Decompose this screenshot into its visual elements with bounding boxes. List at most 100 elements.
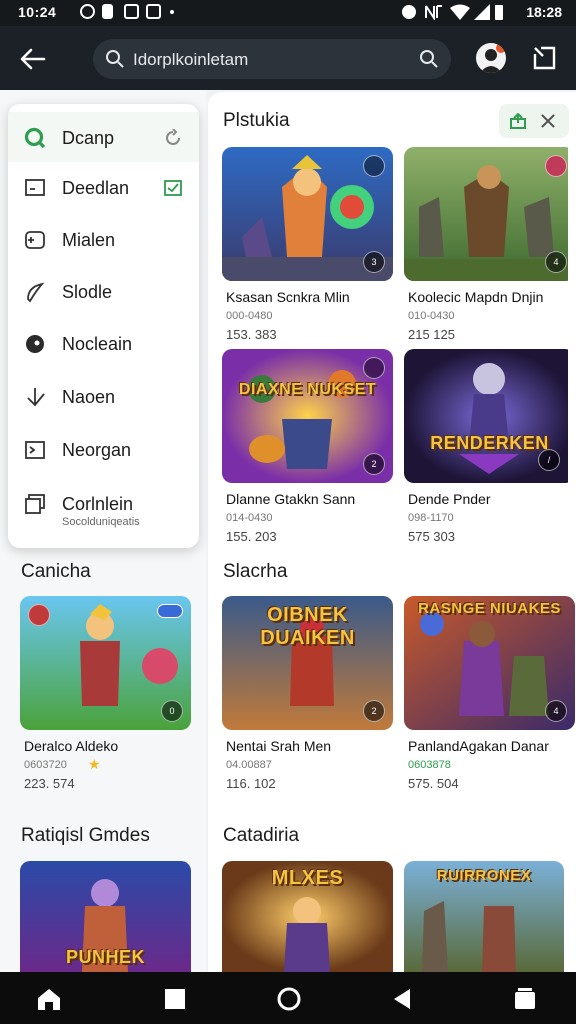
game-title: Deralco Aldeko [24, 738, 119, 754]
section-title: Ratiqisl Gmdes [21, 825, 150, 846]
drawer-item-deedlan[interactable]: Deedlan [8, 162, 199, 212]
nfc-icon [425, 5, 442, 20]
drawer-item-label: Neorgan [62, 440, 132, 460]
corner-badge-icon [363, 155, 385, 177]
status-bar: 10:24 18:28 [0, 0, 576, 26]
game-title: PanlandAgakan Danar [408, 738, 549, 754]
drawer-item-label: Nocleain [62, 334, 133, 354]
arrow-down-icon [27, 388, 45, 407]
section-title: Catadiria [223, 825, 300, 846]
drawer-item-label: Mialen [62, 230, 116, 250]
search-bar[interactable]: Idorplkoinletam [93, 39, 451, 79]
drawer-item-neorgan[interactable]: Neorgan [8, 424, 199, 474]
pencil-icon [27, 282, 45, 303]
game-meta: 0603878 [408, 759, 451, 771]
close-icon[interactable] [541, 114, 555, 128]
corner-badge-icon [28, 604, 50, 626]
signal-icon [474, 4, 490, 20]
rating-badge-icon: 2 [363, 453, 385, 475]
square-icon[interactable] [162, 986, 188, 1012]
game-meta: 04.00887 [226, 759, 272, 771]
game-meta: 000-0480 [226, 310, 273, 322]
game-stats: 116. 102 [226, 776, 276, 791]
circle-icon[interactable] [276, 986, 302, 1012]
rating-badge-icon: 3 [363, 251, 385, 273]
section-title: Canicha [21, 561, 91, 582]
drawer-item-label: Dcanp [62, 128, 115, 148]
game-thumbnail: OIBNEK DUAIKEN 2 [222, 596, 393, 730]
game-meta: 010-0430 [408, 310, 455, 322]
home-icon[interactable] [36, 986, 62, 1012]
app-icon [146, 4, 161, 19]
drawer-item-naoen[interactable]: Naoen [8, 371, 199, 421]
game-title: Nentai Srah Men [226, 738, 332, 754]
corner-badge-icon [545, 155, 567, 177]
game-thumbnail: 3 [222, 147, 393, 281]
rating-badge-icon: 4 [545, 251, 567, 273]
avatar[interactable] [476, 43, 506, 73]
search-icon [106, 50, 124, 68]
corner-badge-icon [363, 357, 385, 379]
star-icon: ★ [88, 756, 101, 772]
refresh-icon[interactable] [164, 129, 182, 147]
game-stats: 155. 203 [226, 529, 277, 544]
drawer-item-dcanp[interactable]: Dcanp [8, 112, 199, 162]
status-time: 10:24 [18, 4, 57, 20]
recents-icon[interactable] [512, 986, 538, 1012]
game-title: Dlanne Gtakkn Sann [226, 491, 356, 507]
game-art-title: MLXES [271, 867, 344, 889]
drawer-item-subtitle: Socolduniqeatis [62, 516, 140, 528]
share-icon[interactable] [509, 113, 527, 129]
gamepad-icon [25, 231, 45, 249]
drawer-menu: Dcanp Deedlan Mialen Slodle Nocleain Nao… [8, 104, 199, 548]
drawer-item-label: Slodle [62, 282, 113, 302]
game-thumbnail: 4 [404, 147, 575, 281]
search-icon [24, 127, 46, 149]
game-art-title: RASNGE NIUAKES [418, 600, 561, 617]
game-thumbnail: 0 [20, 596, 191, 730]
drawer-item-mialen[interactable]: Mialen [8, 214, 199, 264]
game-meta: 014-0430 [226, 512, 273, 524]
game-art-title: RUIRRONEX [436, 867, 532, 884]
media-icon [124, 4, 139, 19]
game-title: Ksasan Scnkra Mlin [226, 289, 350, 305]
circle-icon [26, 335, 44, 353]
search-input[interactable]: Idorplkoinletam [133, 50, 248, 70]
action-chip [499, 104, 569, 138]
game-title: Dende Pnder [408, 491, 491, 507]
rating-badge-icon: / [538, 449, 560, 471]
section-title: Slacrha [223, 561, 288, 582]
drawer-item-slodle[interactable]: Slodle [8, 266, 199, 316]
rating-badge-icon: 0 [161, 700, 183, 722]
terminal-icon [25, 441, 45, 459]
exit-icon[interactable] [532, 45, 558, 71]
rating-badge-icon: 2 [363, 700, 385, 722]
top-tag-icon [157, 604, 183, 618]
game-stats: 153. 383 [226, 327, 277, 342]
back-triangle-icon[interactable] [390, 986, 416, 1012]
checkbox-icon[interactable] [164, 179, 182, 197]
back-arrow-icon[interactable] [18, 44, 48, 74]
top-app-bar: Idorplkoinletam [0, 26, 576, 90]
drawer-item-label: Deedlan [62, 178, 130, 198]
game-meta: 098-1170 [408, 512, 454, 524]
game-stats: 215 125 [408, 327, 455, 342]
game-thumbnail: PUNHEK [20, 861, 191, 972]
drawer-item-label: Naoen [62, 387, 116, 407]
game-title: Koolecic Mapdn Dnjin [408, 289, 544, 305]
alarm-icon [402, 5, 416, 19]
search-submit-icon[interactable] [419, 49, 439, 69]
section-title: Plstukia [223, 110, 290, 131]
game-stats: 575 303 [408, 529, 455, 544]
system-nav-bar [0, 972, 576, 1024]
rating-badge-icon: 4 [545, 700, 567, 722]
drawer-item-nocleain[interactable]: Nocleain [8, 318, 199, 368]
window-icon [25, 179, 45, 196]
game-thumbnail: RASNGE NIUAKES 4 [404, 596, 575, 730]
game-thumbnail: RENDERKEN / [404, 349, 575, 483]
documents-icon [25, 494, 45, 514]
game-art-title: PUNHEK [65, 947, 145, 967]
drawer-item-corlnlein[interactable]: Corlnlein Socolduniqeatis [8, 478, 199, 540]
drawer-item-label: Corlnlein [62, 494, 134, 514]
notification-icon [80, 4, 95, 19]
